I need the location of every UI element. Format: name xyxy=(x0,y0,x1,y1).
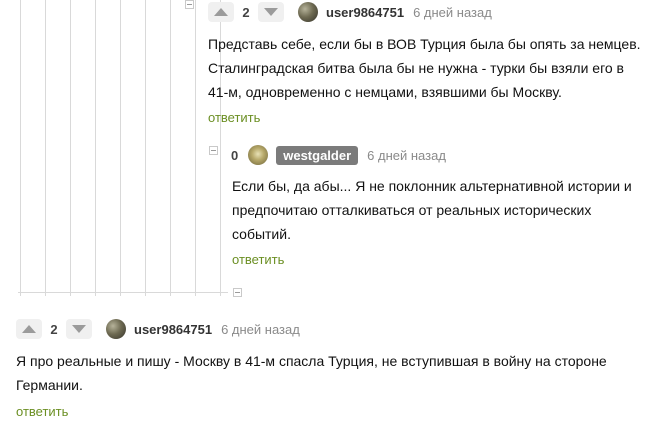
downvote-button[interactable] xyxy=(258,2,284,22)
comment-header: 2 user9864751 6 дней назад xyxy=(208,0,492,24)
collapse-toggle[interactable] xyxy=(233,288,242,297)
timestamp: 6 дней назад xyxy=(221,321,300,337)
comment-line: Германии. xyxy=(16,377,83,393)
username[interactable]: user9864751 xyxy=(326,5,404,20)
comment-text: Я про реальные и пишу - Москву в 41-м сп… xyxy=(16,349,607,397)
username-badge[interactable]: westgalder xyxy=(276,145,359,165)
comment-line: предпочитаю отталкиваться от реальных ис… xyxy=(232,202,592,218)
thread-line xyxy=(20,0,21,296)
comment-line: Если бы, да абы... Я не поклонник альтер… xyxy=(232,178,632,194)
downvote-button[interactable] xyxy=(66,319,92,339)
avatar[interactable] xyxy=(298,2,318,22)
arrow-down-icon xyxy=(72,325,86,333)
arrow-up-icon xyxy=(22,325,36,333)
thread-line xyxy=(145,0,146,296)
comment-line: Представь себе, если бы в ВОВ Турция был… xyxy=(208,36,641,52)
reply-link[interactable]: ответить xyxy=(232,252,284,267)
thread-line xyxy=(170,0,171,296)
arrow-up-icon xyxy=(214,8,228,16)
comment-text: Если бы, да абы... Я не поклонник альтер… xyxy=(232,174,632,246)
username[interactable]: user9864751 xyxy=(134,322,212,337)
arrow-down-icon xyxy=(264,8,278,16)
thread-line xyxy=(45,0,46,296)
upvote-button[interactable] xyxy=(16,319,42,339)
vote-score: 2 xyxy=(50,321,58,337)
thread-line xyxy=(195,0,196,296)
comment-text: Представь себе, если бы в ВОВ Турция был… xyxy=(208,32,641,104)
avatar[interactable] xyxy=(106,319,126,339)
timestamp: 6 дней назад xyxy=(367,147,446,163)
comment-line: событий. xyxy=(232,226,291,242)
collapse-toggle[interactable] xyxy=(185,0,194,9)
reply-link[interactable]: ответить xyxy=(16,404,68,419)
vote-score: 0 xyxy=(231,147,239,163)
timestamp: 6 дней назад xyxy=(413,4,492,20)
thread-line-end xyxy=(18,292,228,293)
vote-score: 2 xyxy=(242,4,250,20)
comment-line: 41-м, одновременно с немцами, взявшими б… xyxy=(208,84,562,100)
avatar[interactable] xyxy=(248,145,269,165)
thread-line xyxy=(70,0,71,296)
comment-line: Я про реальные и пишу - Москву в 41-м сп… xyxy=(16,353,607,369)
reply-link[interactable]: ответить xyxy=(208,110,260,125)
comment-line: Сталинградская битва была бы не нужна - … xyxy=(208,60,624,76)
comment-header: 0 westgalder 6 дней назад xyxy=(231,143,446,167)
thread-line xyxy=(95,0,96,296)
collapse-toggle[interactable] xyxy=(209,146,218,155)
thread-line xyxy=(120,0,121,296)
upvote-button[interactable] xyxy=(208,2,234,22)
comment-header: 2 user9864751 6 дней назад xyxy=(16,317,300,341)
